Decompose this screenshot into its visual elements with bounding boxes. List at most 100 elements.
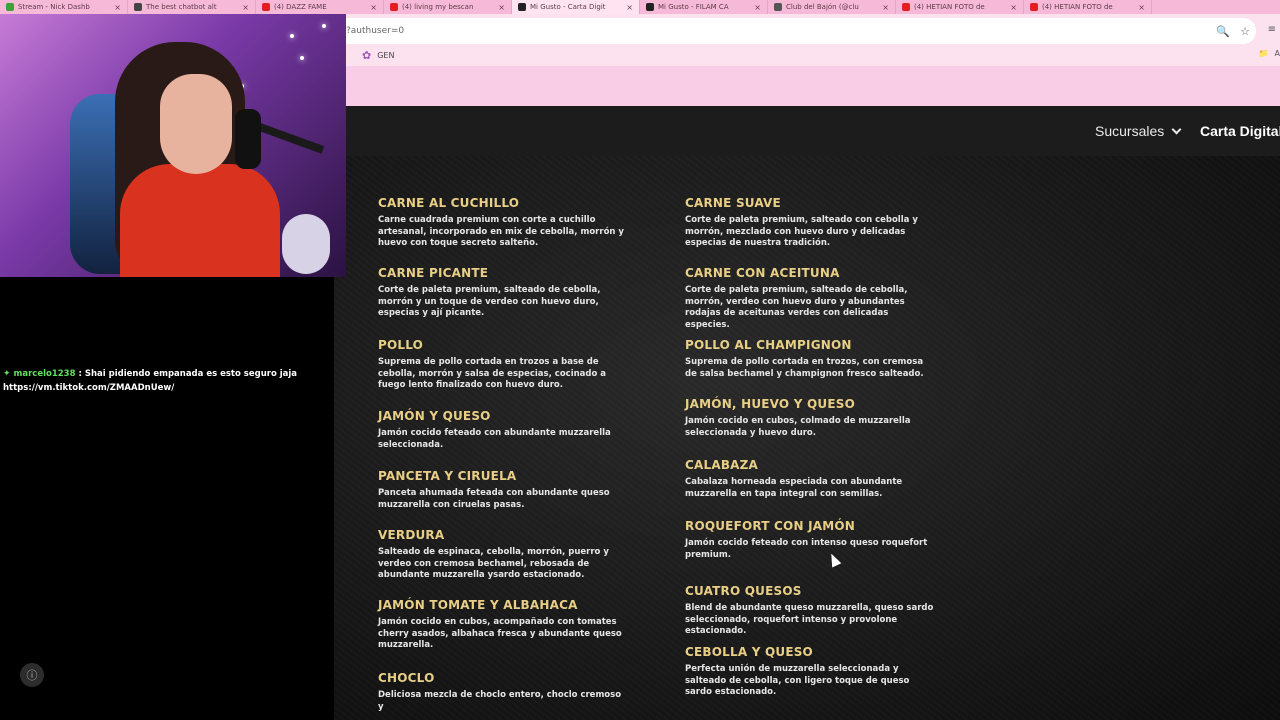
menu-item: CARNE PICANTE Corte de paleta premium, sa… [378, 266, 628, 320]
browser-tab[interactable]: (4) HETIAN FOTO de × [1024, 0, 1152, 14]
menu-item-name: CEBOLLA Y QUESO [685, 645, 813, 659]
chat-text: : Shai pidiendo empanada es esto seguro … [78, 369, 298, 379]
chat-message: ✦ marcelo1238 : Shai pidiendo empanada e… [0, 367, 346, 381]
browser-tab[interactable]: The best chatbot alt × [128, 0, 256, 14]
menu-item-description: Carne cuadrada premium con corte a cuchi… [378, 215, 624, 248]
menu-item: CHOCLO Deliciosa mezcla de choclo entero,… [378, 671, 628, 713]
menu-item-name: CARNE AL CUCHILLO [378, 196, 520, 210]
menu-item-description: Corte de paleta premium, salteado con ce… [685, 215, 918, 248]
bookmarks-right[interactable]: 📁 A [1259, 49, 1280, 58]
menu-item-name: POLLO [378, 338, 424, 352]
menu-item-name: CHOCLO [378, 671, 435, 685]
menu-item-description: Salteado de espinaca, cebolla, morrón, p… [378, 547, 609, 580]
close-icon[interactable]: × [114, 3, 121, 12]
chat-badge-icon: ✦ [3, 369, 11, 379]
tab-favicon-icon [774, 3, 782, 11]
tab-favicon-icon [646, 3, 654, 11]
site-nav: Sucursales Carta Digital [346, 106, 1280, 156]
close-icon[interactable]: × [242, 3, 249, 12]
menu-item-description: Perfecta unión de muzzarella seleccionad… [685, 664, 910, 697]
menu-item-description: Corte de paleta premium, salteado de ceb… [378, 285, 601, 318]
nav-carta-digital[interactable]: Carta Digital [1200, 123, 1280, 139]
url-text[interactable]: ?authuser=0 [346, 26, 1212, 36]
menu-item-name: JAMÓN, HUEVO Y QUESO [685, 397, 855, 411]
menu-item-description: Suprema de pollo cortada en trozos a bas… [378, 357, 607, 390]
close-icon[interactable]: × [626, 3, 633, 12]
screen: Stream - Nick Dashb × The best chatbot alt… [0, 0, 1280, 720]
info-icon[interactable]: ⓘ [20, 663, 44, 687]
close-icon[interactable]: × [882, 3, 889, 12]
close-icon[interactable]: × [1138, 3, 1145, 12]
menu-item: JAMÓN, HUEVO Y QUESO Jamón cocido en cubo… [685, 397, 935, 439]
menu-item: CUATRO QUESOS Blend de abundante queso mu… [685, 584, 935, 638]
browser-tab[interactable]: Mi Gusto - FILAM CA × [640, 0, 768, 14]
chevron-down-icon [1171, 124, 1182, 134]
menu-item: POLLO AL CHAMPIGNON Suprema de pollo cort… [685, 338, 935, 380]
tab-title: (4) HETIAN FOTO de [914, 3, 985, 11]
streamer-body [120, 164, 280, 277]
bookmark-label: GEN [377, 50, 395, 60]
close-icon[interactable]: × [498, 3, 505, 12]
magnifier-icon[interactable]: 🔍 [1212, 25, 1234, 38]
browser-tab[interactable]: (4) DAZZ FAME × [256, 0, 384, 14]
browser-tab[interactable]: Stream - Nick Dashb × [0, 0, 128, 14]
nav-sucursales-label: Sucursales [1095, 123, 1165, 139]
star-icon[interactable]: ☆ [1234, 25, 1256, 38]
menu-item-description: Jamón cocido feteado con intenso queso r… [685, 538, 928, 560]
tab-favicon-icon [1030, 3, 1038, 11]
bookmarks-bar: ✿ GEN 📁 A [346, 44, 1280, 66]
close-icon[interactable]: × [1010, 3, 1017, 12]
bookmark-right-label: A [1274, 49, 1280, 58]
menu-item-description: Blend de abundante queso muzzarella, que… [685, 603, 934, 636]
fairy-light [300, 56, 304, 60]
tab-title: (4) DAZZ FAME [274, 3, 327, 11]
menu-board: CARNE AL CUCHILLO Carne cuadrada premium … [334, 156, 1280, 720]
tab-favicon-icon [262, 3, 270, 11]
browser-tab[interactable]: (4) living my bescan × [384, 0, 512, 14]
menu-item-description: Corte de paleta premium, salteado de ceb… [685, 285, 908, 330]
menu-item-name: VERDURA [378, 528, 445, 542]
microphone [235, 109, 261, 169]
chat-link[interactable]: https://vm.tiktok.com/ZMAADnUew/ [0, 381, 346, 395]
fairy-light [290, 34, 294, 38]
tab-title: The best chatbot alt [146, 3, 217, 11]
menu-item: JAMÓN TOMATE Y ALBAHACA Jamón cocido en c… [378, 598, 628, 652]
menu-item-name: ROQUEFORT CON JAMÓN [685, 519, 856, 533]
menu-item-description: Deliciosa mezcla de choclo entero, chocl… [378, 690, 622, 712]
menu-item-name: CARNE CON ACEITUNA [685, 266, 840, 280]
reading-list-icon[interactable]: ≡ [1268, 24, 1276, 35]
webcam-overlay [0, 14, 346, 277]
menu-item: CARNE SUAVE Corte de paleta premium, salt… [685, 196, 935, 250]
plush-toy [282, 214, 330, 274]
menu-item-description: Cabalaza horneada especiada con abundant… [685, 477, 903, 499]
page-header-band [346, 66, 1280, 106]
nav-sucursales[interactable]: Sucursales [1095, 123, 1182, 139]
close-icon[interactable]: × [754, 3, 761, 12]
menu-item-name: CUATRO QUESOS [685, 584, 802, 598]
tab-title: Mi Gusto - Carta Digit [530, 3, 606, 11]
menu-item-name: JAMÓN Y QUESO [378, 409, 491, 423]
menu-item: JAMÓN Y QUESO Jamón cocido feteado con ab… [378, 409, 628, 451]
browser-tab[interactable]: Mi Gusto - Carta Digit × [512, 0, 640, 14]
menu-item-description: Suprema de pollo cortada en trozos, con … [685, 357, 924, 379]
menu-item: POLLO Suprema de pollo cortada en trozos … [378, 338, 628, 392]
close-icon[interactable]: × [370, 3, 377, 12]
menu-item-name: POLLO AL CHAMPIGNON [685, 338, 852, 352]
browser-toolbar: ?authuser=0 🔍 ☆ ≡ [346, 14, 1280, 44]
menu-item-description: Panceta ahumada feteada con abundante qu… [378, 488, 610, 510]
address-bar[interactable]: ?authuser=0 🔍 ☆ [346, 18, 1256, 44]
menu-item: ROQUEFORT CON JAMÓN Jamón cocido feteado … [685, 519, 935, 561]
browser-tab[interactable]: Club del Bajón (@clu × [768, 0, 896, 14]
menu-item-name: CARNE SUAVE [685, 196, 781, 210]
tab-favicon-icon [6, 3, 14, 11]
menu-item: CARNE CON ACEITUNA Corte de paleta premiu… [685, 266, 935, 331]
mic-arm [255, 122, 325, 154]
tab-title: (4) living my bescan [402, 3, 474, 11]
menu-item-description: Jamón cocido en cubos, colmado de muzzar… [685, 416, 911, 438]
tab-title: Stream - Nick Dashb [18, 3, 90, 11]
bookmark-gen[interactable]: ✿ GEN [362, 49, 394, 62]
menu-item: PANCETA Y CIRUELA Panceta ahumada feteada… [378, 469, 628, 511]
menu-item-description: Jamón cocido feteado con abundante muzza… [378, 428, 611, 450]
menu-item-name: JAMÓN TOMATE Y ALBAHACA [378, 598, 578, 612]
browser-tab[interactable]: (4) HETIAN FOTO de × [896, 0, 1024, 14]
